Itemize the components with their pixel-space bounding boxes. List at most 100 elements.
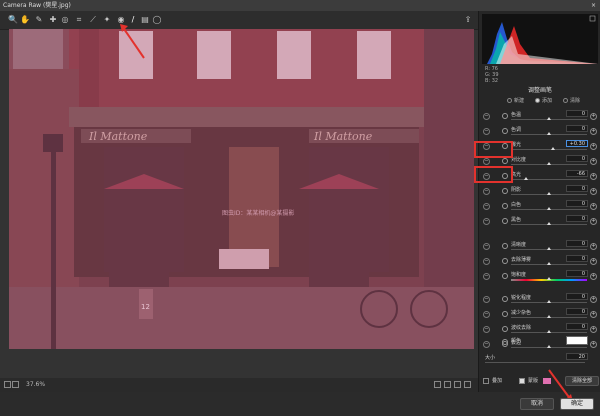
reset-icon[interactable] [502,128,508,134]
before-after-icon[interactable] [444,381,451,388]
reset-icon[interactable] [502,203,508,209]
settings-icon[interactable] [464,381,471,388]
slider-value-input[interactable]: 0 [566,255,588,262]
increase-icon[interactable]: + [590,143,597,150]
targeted-adjustment-tool-icon[interactable]: ◎ [60,15,70,25]
decrease-icon[interactable]: − [483,326,490,333]
reset-icon[interactable] [502,158,508,164]
slider-track[interactable] [511,149,587,150]
increase-icon[interactable]: + [590,243,597,250]
slider-value-input[interactable]: 0 [566,308,588,315]
slider-value-input[interactable]: +0.30 [566,140,588,147]
slider-value-input[interactable]: 0 [566,270,588,277]
slider-track[interactable] [511,179,587,180]
close-icon[interactable]: × [591,0,596,11]
reset-icon[interactable] [502,339,508,345]
increase-icon[interactable]: + [590,173,597,180]
swap-icon[interactable] [454,381,461,388]
radial-filter-tool-icon[interactable]: ◯ [152,15,162,25]
slider-value-input[interactable]: -66 [566,170,588,177]
slider-value-input[interactable]: 0 [566,185,588,192]
decrease-icon[interactable]: − [483,243,490,250]
decrease-icon[interactable]: − [483,218,490,225]
increase-icon[interactable]: + [590,218,597,225]
decrease-icon[interactable]: − [483,258,490,265]
color-swatch[interactable] [566,336,588,345]
preview-photo[interactable]: Il Mattone Il Mattone 12 图虫ID：某某相机@某摄影 [9,29,474,349]
zoom-level[interactable]: 37.6% [26,381,45,388]
slider-label: 锐化程度 [511,295,532,301]
mode-add[interactable]: 添加 [535,97,552,104]
slider-thumb[interactable] [547,262,551,265]
slider-value-input[interactable]: 0 [566,293,588,300]
slider-thumb[interactable] [547,162,551,165]
slider-value-input[interactable]: 0 [566,215,588,222]
decrease-icon[interactable]: − [483,158,490,165]
color-sampler-tool-icon[interactable]: ✚ [48,15,58,25]
slider-thumb[interactable] [547,192,551,195]
export-icon[interactable]: ⇪ [463,15,473,25]
slider-value-input[interactable]: 0 [566,125,588,132]
view-mode-icon[interactable] [434,381,441,388]
increase-icon[interactable]: + [590,128,597,135]
slider-value-input[interactable]: 0 [566,110,588,117]
increase-icon[interactable]: + [590,311,597,318]
reset-icon[interactable] [502,273,508,279]
increase-icon[interactable]: + [590,273,597,280]
decrease-icon[interactable]: − [483,311,490,318]
reset-icon[interactable] [502,218,508,224]
adjustment-panel: R: 76 G: 39 B: 32 调整画笔 新建 添加 清除 − 色温 0 + − 色调… [478,11,600,392]
reset-icon[interactable] [502,326,508,332]
decrease-icon[interactable]: − [483,188,490,195]
slider-value-input[interactable]: 0 [566,155,588,162]
mode-new[interactable]: 新建 [507,97,524,104]
size-track[interactable] [485,362,585,363]
slider-thumb[interactable] [547,277,551,280]
white-balance-tool-icon[interactable]: ✎ [34,15,44,25]
increase-icon[interactable]: + [590,203,597,210]
increase-icon[interactable]: + [590,326,597,333]
cancel-button[interactable]: 取消 [520,398,554,410]
increase-icon[interactable]: + [590,158,597,165]
slider-thumb[interactable] [547,330,551,333]
hand-tool-icon[interactable]: ✋ [20,15,30,25]
increase-icon[interactable]: + [590,188,597,195]
zoom-out-icon[interactable] [4,381,11,388]
spot-removal-tool-icon[interactable]: ✦ [102,15,112,25]
slider-thumb[interactable] [547,132,551,135]
reset-icon[interactable] [502,243,508,249]
reset-icon[interactable] [502,311,508,317]
slider-value-input[interactable]: 0 [566,200,588,207]
overlay-checkbox[interactable] [483,378,489,384]
reset-icon[interactable] [502,188,508,194]
slider-thumb[interactable] [547,300,551,303]
straighten-tool-icon[interactable]: ⟋ [88,15,98,25]
slider-thumb[interactable] [547,207,551,210]
slider-value-input[interactable]: 0 [566,323,588,330]
slider-thumb[interactable] [547,222,551,225]
decrease-icon[interactable]: − [483,128,490,135]
size-value[interactable]: 20 [566,353,588,360]
increase-icon[interactable]: + [590,258,597,265]
reset-icon[interactable] [502,258,508,264]
slider-value-input[interactable]: 0 [566,240,588,247]
increase-icon[interactable]: + [590,113,597,120]
mode-erase[interactable]: 清除 [563,97,580,104]
slider-thumb[interactable] [547,117,551,120]
reset-icon[interactable] [502,296,508,302]
reset-icon[interactable] [502,113,508,119]
slider-thumb[interactable] [550,147,555,150]
crop-tool-icon[interactable]: ⌗ [74,15,84,25]
zoom-tool-icon[interactable]: 🔍 [8,15,18,25]
decrease-icon[interactable]: − [483,296,490,303]
decrease-icon[interactable]: − [483,113,490,120]
slider-thumb[interactable] [524,177,529,180]
slider-thumb[interactable] [547,315,551,318]
decrease-icon[interactable]: − [483,273,490,280]
slider-thumb[interactable] [547,247,551,250]
increase-icon[interactable]: + [590,296,597,303]
ok-button[interactable]: 确定 [560,398,594,410]
decrease-icon[interactable]: − [483,203,490,210]
mask-checkbox[interactable] [519,378,525,384]
zoom-in-icon[interactable] [12,381,19,388]
